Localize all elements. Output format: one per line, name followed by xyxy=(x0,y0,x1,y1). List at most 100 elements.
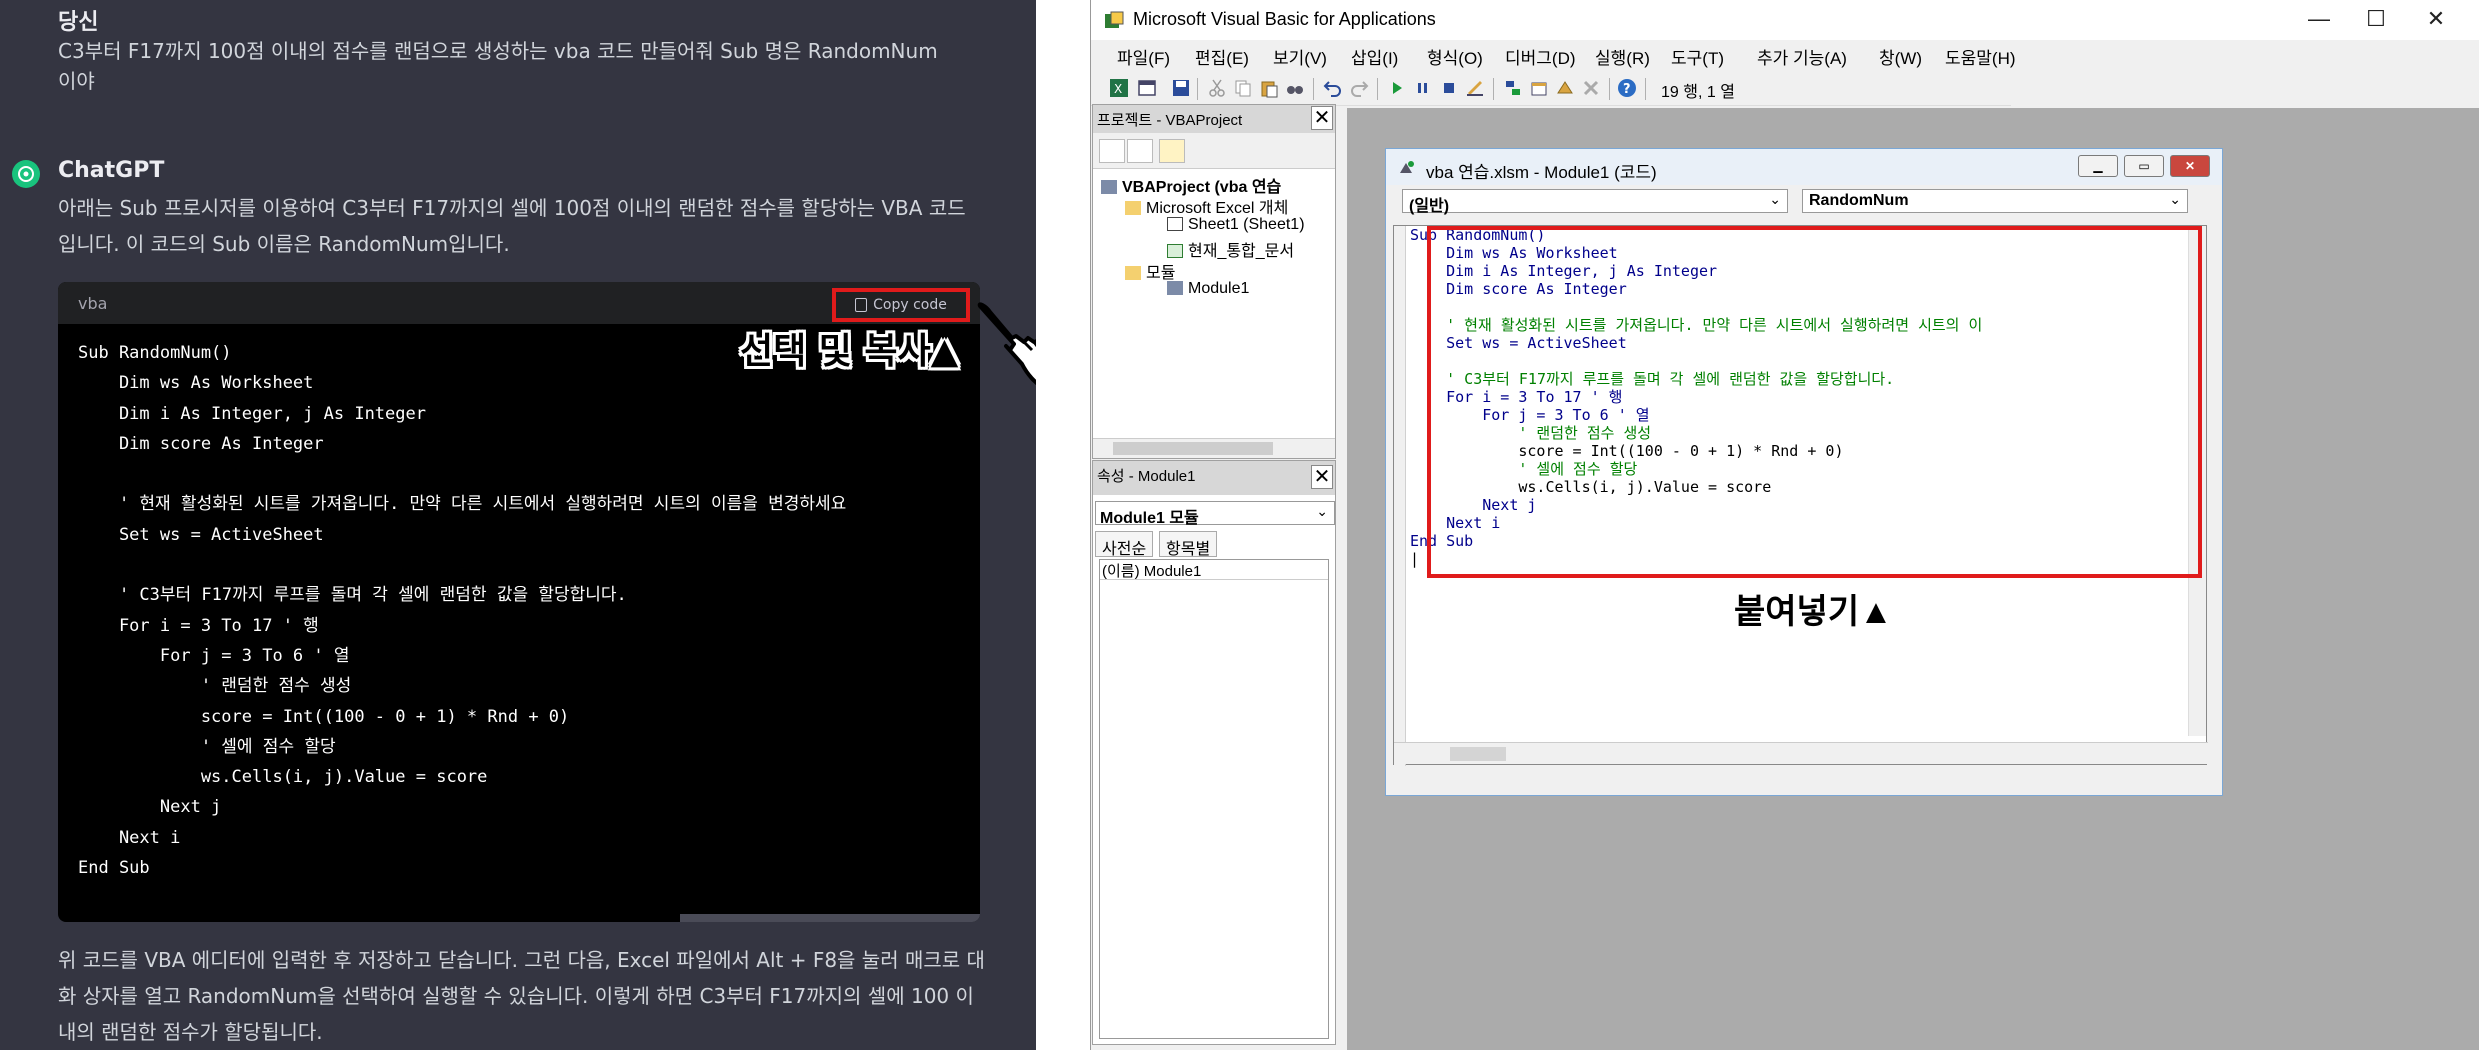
tree-item-excel-objects[interactable]: Microsoft Excel 개체 xyxy=(1125,194,1288,218)
properties-object-select[interactable]: Module1 모듈 ⌄ xyxy=(1095,501,1335,527)
menu-view[interactable]: 보기(V) xyxy=(1273,44,1327,69)
code-window-combos: (일반) ⌄ RandomNum ⌄ xyxy=(1386,185,2222,217)
procedure-combo[interactable]: RandomNum ⌄ xyxy=(1802,189,2188,213)
copy-code-button[interactable]: Copy code xyxy=(832,288,970,322)
code-restore-button[interactable]: ▭ xyxy=(2124,155,2164,177)
project-toolbar xyxy=(1093,133,1335,169)
object-browser-icon[interactable] xyxy=(1555,78,1575,98)
view-object-button[interactable] xyxy=(1127,139,1153,163)
user-message: C3부터 F17까지 100점 이내의 점수를 랜덤으로 생성하는 vba 코드… xyxy=(58,39,938,93)
annotation-paste: 붙여넣기▲ xyxy=(1734,593,1893,631)
project-explorer: 프로젝트 - VBAProject ✕ VBAProject (vba 연습 M… xyxy=(1092,104,1336,459)
code-language: vba xyxy=(78,294,108,313)
paste-highlight-box xyxy=(1427,226,2202,578)
toolbar-separator xyxy=(1609,78,1610,100)
vba-app-icon xyxy=(1105,11,1124,28)
undo-icon[interactable] xyxy=(1323,78,1343,98)
properties-title: 속성 - Module1 xyxy=(1097,468,1196,485)
properties-grid: (이름) Module1 xyxy=(1099,559,1329,1039)
property-name-row[interactable]: (이름) Module1 xyxy=(1100,560,1328,580)
menu-insert[interactable]: 삽입(I) xyxy=(1351,44,1398,69)
menu-format[interactable]: 형식(O) xyxy=(1427,44,1483,69)
chevron-down-icon: ⌄ xyxy=(2169,191,2181,207)
minimize-button[interactable]: — xyxy=(2299,6,2339,32)
folder-icon xyxy=(1125,201,1141,215)
tab-alphabetic[interactable]: 사전순 xyxy=(1095,531,1154,558)
bot-name: ChatGPT xyxy=(58,158,165,183)
excel-view-icon[interactable]: X xyxy=(1109,78,1129,98)
project-close-button[interactable]: ✕ xyxy=(1311,106,1333,130)
view-code-button[interactable] xyxy=(1099,139,1125,163)
reset-icon[interactable] xyxy=(1439,78,1459,98)
toolbar-separator xyxy=(1493,78,1494,100)
tab-categorized[interactable]: 항목별 xyxy=(1159,531,1218,558)
project-explorer-icon[interactable] xyxy=(1503,78,1523,98)
copy-icon[interactable] xyxy=(1233,78,1253,98)
tree-item-sheet1[interactable]: Sheet1 (Sheet1) xyxy=(1167,216,1305,234)
toolbar-separator xyxy=(1313,78,1314,100)
object-combo[interactable]: (일반) ⌄ xyxy=(1402,189,1788,215)
scroll-thumb[interactable] xyxy=(1113,442,1273,455)
title-bar: Microsoft Visual Basic for Applications … xyxy=(1091,0,2479,40)
close-button[interactable]: ✕ xyxy=(2416,6,2456,32)
design-mode-icon[interactable] xyxy=(1465,78,1485,98)
maximize-button[interactable]: ☐ xyxy=(2356,6,2396,32)
find-icon[interactable] xyxy=(1285,78,1305,98)
menu-tools[interactable]: 도구(T) xyxy=(1671,44,1724,69)
chatgpt-avatar-icon xyxy=(12,160,40,188)
toolbar-separator xyxy=(1197,78,1198,100)
menu-window[interactable]: 창(W) xyxy=(1879,44,1922,69)
menu-addins[interactable]: 추가 기능(A) xyxy=(1757,44,1847,69)
insert-userform-icon[interactable] xyxy=(1137,78,1157,98)
code-hscroll[interactable] xyxy=(1394,742,2208,764)
sheet-icon xyxy=(1167,217,1183,231)
user-name: 당신 xyxy=(58,10,99,35)
properties-window: 속성 - Module1 ✕ Module1 모듈 ⌄ 사전순 항목별 (이름) … xyxy=(1092,460,1336,1045)
chevron-down-icon: ⌄ xyxy=(1769,191,1781,207)
bot-message: 아래는 Sub 프로시저를 이용하여 C3부터 F17까지의 셀에 100점 이… xyxy=(58,196,966,256)
vbaproject-icon xyxy=(1101,180,1117,194)
help-icon[interactable]: ? xyxy=(1617,78,1637,98)
redo-icon[interactable] xyxy=(1349,78,1369,98)
menu-bar: 파일(F) 편집(E) 보기(V) 삽입(I) 형식(O) 디버그(D) 실행(… xyxy=(1091,40,2479,70)
menu-help[interactable]: 도움말(H) xyxy=(1945,44,2016,69)
menu-run[interactable]: 실행(R) xyxy=(1595,44,1650,69)
chatgpt-conversation: 당신 C3부터 F17까지 100점 이내의 점수를 랜덤으로 생성하는 vba… xyxy=(0,0,1064,1050)
menu-file[interactable]: 파일(F) xyxy=(1117,44,1170,69)
properties-window-icon[interactable] xyxy=(1529,78,1549,98)
cut-icon[interactable] xyxy=(1207,78,1227,98)
cursor-position: 19 행, 1 열 xyxy=(1661,84,1735,101)
module-icon xyxy=(1167,281,1183,295)
project-tree: VBAProject (vba 연습 Microsoft Excel 개체 Sh… xyxy=(1093,169,1335,297)
divider xyxy=(1036,0,1090,1050)
properties-close-button[interactable]: ✕ xyxy=(1311,465,1333,489)
tree-item-workbook[interactable]: 현재_통합_문서 xyxy=(1167,237,1294,261)
break-icon[interactable] xyxy=(1413,78,1433,98)
tree-item-module1[interactable]: Module1 xyxy=(1167,280,1249,298)
standard-toolbar: X ? 19 행, 1 열 xyxy=(1091,72,2011,106)
code-minimize-button[interactable]: ▁ xyxy=(2078,155,2118,177)
toggle-folders-button[interactable] xyxy=(1159,139,1185,163)
project-explorer-title: 프로젝트 - VBAProject xyxy=(1097,112,1243,129)
save-icon[interactable] xyxy=(1171,78,1191,98)
project-hscroll[interactable] xyxy=(1093,438,1335,458)
code-window-title: vba 연습.xlsm - Module1 (코드) xyxy=(1426,163,1657,182)
toolbox-icon[interactable] xyxy=(1581,78,1601,98)
scroll-thumb[interactable] xyxy=(1450,747,1506,761)
menu-edit[interactable]: 편집(E) xyxy=(1195,44,1249,69)
margin-indicator-bar xyxy=(1394,226,1406,766)
annotation-copy: 선택 및 복사▲ xyxy=(740,331,959,372)
menu-debug[interactable]: 디버그(D) xyxy=(1505,44,1576,69)
run-icon[interactable] xyxy=(1387,78,1407,98)
code-block: vba Copy code Sub RandomNum() Dim ws As … xyxy=(58,282,980,922)
code-scrollbar[interactable] xyxy=(680,914,980,922)
code-window-titlebar: vba 연습.xlsm - Module1 (코드) ▁ ▭ ✕ xyxy=(1386,149,2222,185)
copy-code-label: Copy code xyxy=(873,297,947,313)
workbook-icon xyxy=(1167,244,1183,258)
chevron-down-icon: ⌄ xyxy=(1316,503,1328,519)
paste-icon[interactable] xyxy=(1259,78,1279,98)
folder-icon xyxy=(1125,266,1141,280)
window-title: Microsoft Visual Basic for Applications xyxy=(1133,9,1436,29)
code-close-button[interactable]: ✕ xyxy=(2170,155,2210,177)
code-text[interactable]: Sub RandomNum() Dim ws As Worksheet Dim … xyxy=(58,324,980,883)
